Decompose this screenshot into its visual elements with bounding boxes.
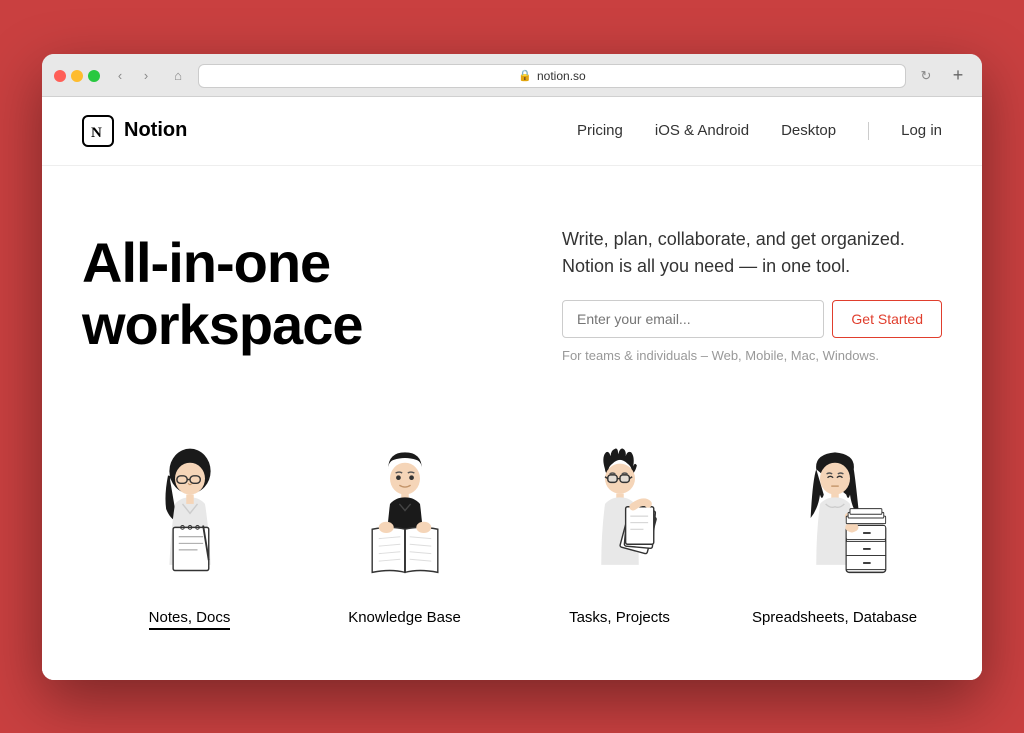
email-input[interactable] bbox=[562, 300, 824, 338]
feature-notes-docs: Notes, Docs bbox=[82, 433, 297, 630]
feature-tasks-projects-label[interactable]: Tasks, Projects bbox=[569, 609, 670, 626]
address-bar[interactable]: 🔒 notion.so bbox=[198, 64, 906, 88]
forward-button[interactable]: › bbox=[134, 65, 158, 87]
maximize-button[interactable] bbox=[88, 70, 100, 82]
get-started-button[interactable]: Get Started bbox=[832, 300, 942, 338]
svg-text:N: N bbox=[91, 125, 102, 141]
feature-tasks-projects: Tasks, Projects bbox=[512, 433, 727, 630]
brand-logo[interactable]: N Notion bbox=[82, 115, 187, 147]
hero-title: All-in-one workspace bbox=[82, 232, 502, 355]
browser-window: ‹ › ⌂ 🔒 notion.so ↻ + N Notion bbox=[42, 54, 982, 680]
feature-knowledge-base: Knowledge Base bbox=[297, 433, 512, 630]
page-content: N Notion Pricing iOS & Android Desktop L… bbox=[42, 97, 982, 680]
navbar: N Notion Pricing iOS & Android Desktop L… bbox=[42, 97, 982, 166]
navbar-links: Pricing iOS & Android Desktop Log in bbox=[577, 122, 942, 140]
browser-chrome: ‹ › ⌂ 🔒 notion.so ↻ + bbox=[42, 54, 982, 97]
nav-buttons: ‹ › bbox=[108, 65, 158, 87]
minimize-button[interactable] bbox=[71, 70, 83, 82]
close-button[interactable] bbox=[54, 70, 66, 82]
nav-pricing[interactable]: Pricing bbox=[577, 122, 623, 139]
hero-section: All-in-one workspace Write, plan, collab… bbox=[42, 166, 982, 413]
traffic-lights bbox=[54, 70, 100, 82]
spreadsheets-illustration bbox=[765, 433, 905, 593]
feature-knowledge-base-label[interactable]: Knowledge Base bbox=[348, 609, 461, 626]
new-tab-button[interactable]: + bbox=[946, 65, 970, 87]
brand-name: Notion bbox=[124, 119, 187, 142]
nav-ios-android[interactable]: iOS & Android bbox=[655, 122, 749, 139]
email-form: Get Started bbox=[562, 300, 942, 338]
back-button[interactable]: ‹ bbox=[108, 65, 132, 87]
feature-notes-docs-label[interactable]: Notes, Docs bbox=[149, 609, 231, 630]
nav-divider bbox=[868, 122, 869, 140]
knowledge-base-illustration bbox=[335, 433, 475, 593]
home-button[interactable]: ⌂ bbox=[166, 65, 190, 87]
lock-icon: 🔒 bbox=[518, 69, 532, 82]
url-text: notion.so bbox=[537, 69, 586, 83]
feature-spreadsheets: Spreadsheets, Database bbox=[727, 433, 942, 630]
features-section: Notes, Docs bbox=[42, 413, 982, 680]
hero-title-line2: workspace bbox=[82, 293, 363, 356]
tasks-projects-illustration bbox=[550, 433, 690, 593]
hero-note: For teams & individuals – Web, Mobile, M… bbox=[562, 348, 942, 363]
hero-subtitle: Write, plan, collaborate, and get organi… bbox=[562, 226, 942, 280]
refresh-button[interactable]: ↻ bbox=[914, 65, 938, 87]
feature-spreadsheets-label[interactable]: Spreadsheets, Database bbox=[752, 609, 917, 626]
notes-docs-illustration bbox=[120, 433, 260, 593]
nav-login[interactable]: Log in bbox=[901, 122, 942, 139]
nav-desktop[interactable]: Desktop bbox=[781, 122, 836, 139]
hero-title-line1: All-in-one bbox=[82, 231, 330, 294]
notion-logo-icon: N bbox=[82, 115, 114, 147]
hero-right: Write, plan, collaborate, and get organi… bbox=[562, 226, 942, 363]
